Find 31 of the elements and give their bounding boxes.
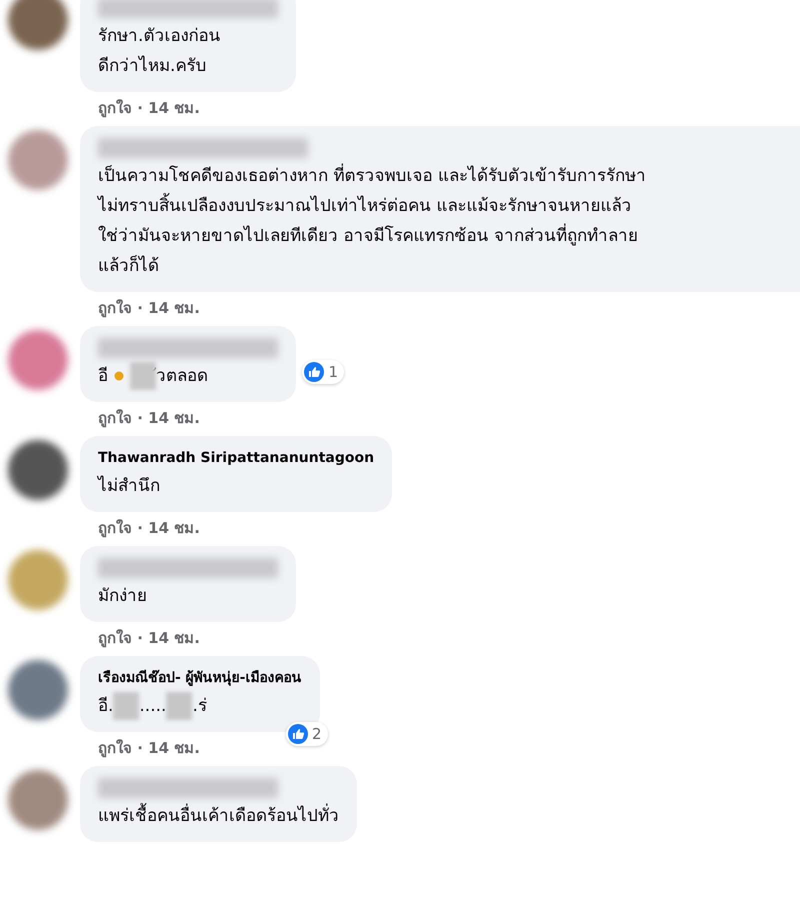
comment-meta[interactable]: ถูกใจ · 14 ชม. bbox=[80, 512, 200, 538]
reaction-count[interactable]: 2 bbox=[286, 722, 328, 746]
avatar[interactable] bbox=[8, 0, 68, 50]
comment-text: มักง่าย bbox=[98, 585, 147, 608]
reaction-count[interactable]: 1 bbox=[302, 360, 344, 384]
comment-meta[interactable]: ถูกใจ · 14 ชม. bbox=[80, 732, 200, 758]
avatar[interactable] bbox=[8, 440, 68, 500]
comment-text: แพร่เชื้อคนอื่นเค้าเดือดร้อนไปทั่ว bbox=[98, 802, 339, 830]
comment-text: .ร่ bbox=[192, 695, 207, 718]
commenter-name[interactable]: เรืองมณีช๊อป- ผู้พันหนุ่ย-เมืองคอน bbox=[98, 666, 302, 690]
comment-text: ไม่ทราบสิ้นเปลืองงบประมาณไปเท่าไหร่ต่อคน และแม้จะรักษาจนหายแล้ว bbox=[98, 192, 632, 220]
like-icon bbox=[288, 724, 308, 744]
comment-meta[interactable]: ถูกใจ · 14 ชม. bbox=[80, 92, 200, 118]
redacted-text bbox=[113, 692, 140, 720]
like-icon bbox=[304, 362, 324, 382]
commenter-name[interactable]: Thawanradh Siripattananuntagoon bbox=[98, 446, 374, 470]
comment-text: ดีกว่าไหม.ครับ bbox=[98, 54, 206, 78]
comment-text: แล้วก็ได้ bbox=[98, 254, 159, 278]
comment-text: เป็นความโชคดีของเธอต่างหาก ที่ตรวจพบเจอ และได้รับตัวเข้ารับการรักษา bbox=[98, 162, 646, 190]
comment-meta[interactable]: ถูกใจ · 14 ชม. bbox=[80, 402, 200, 428]
redacted-text bbox=[166, 692, 192, 720]
comment-text: ..... bbox=[139, 695, 166, 718]
comment-text: อี. bbox=[98, 695, 114, 718]
comment-meta[interactable]: ถูกใจ · 14 ชม. bbox=[80, 292, 200, 318]
comment-text: อี bbox=[98, 365, 108, 388]
avatar[interactable] bbox=[8, 660, 68, 720]
comment-text: ใช่ว่ามันจะหายขาดไปเลยทีเดียว อาจมีโรคแทรกซ้อน จากส่วนที่ถูกทำลาย bbox=[98, 222, 638, 250]
comment-text: รักษา.ตัวเองก่อน bbox=[98, 25, 220, 48]
avatar[interactable] bbox=[8, 770, 68, 830]
comment-text: ไม่สำนึก bbox=[98, 474, 160, 498]
comment-meta[interactable]: ถูกใจ · 14 ชม. bbox=[80, 622, 200, 648]
